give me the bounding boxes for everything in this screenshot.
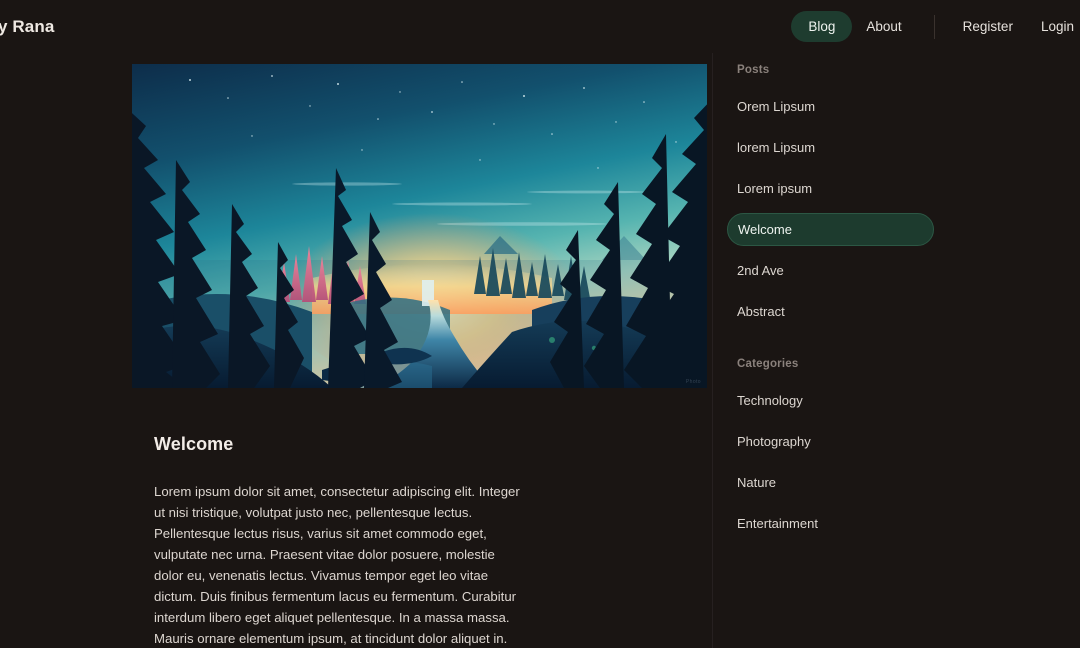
sidebar: Posts Orem Lipsum lorem Lipsum Lorem ips… [727,64,1057,548]
nav-item-register[interactable]: Register [949,13,1027,41]
brand-title: day Rana [0,16,55,36]
sidebar-post-welcome[interactable]: Welcome [727,213,934,246]
hero-image: Photo [132,64,707,388]
article: Welcome Lorem ipsum dolor sit amet, cons… [132,434,707,648]
sidebar-posts-heading: Posts [737,64,770,76]
sidebar-post-2nd-ave[interactable]: 2nd Ave [727,254,934,287]
hero-watermark: Photo [685,379,701,385]
sidebar-category-technology[interactable]: Technology [727,384,934,417]
sidebar-categories-heading: Categories [737,358,799,370]
sidebar-post-lorem-ipsum[interactable]: Lorem ipsum [727,172,934,205]
site-header: day Rana Blog About Register Login [0,0,1080,53]
main-navigation: Blog About Register Login [791,10,1080,43]
nav-item-blog[interactable]: Blog [791,10,853,43]
sidebar-posts-list: Orem Lipsum lorem Lipsum Lorem ipsum Wel… [727,90,1057,328]
sidebar-post-abstract[interactable]: Abstract [727,295,934,328]
nav-item-about[interactable]: About [852,13,915,41]
article-body: Lorem ipsum dolor sit amet, consectetur … [154,484,520,646]
sidebar-post-lorem-lipsum[interactable]: lorem Lipsum [727,131,934,164]
sidebar-categories-list: Technology Photography Nature Entertainm… [727,384,1057,540]
content-sidebar-divider [712,53,713,648]
hero-illustration [132,64,707,388]
article-column: Photo Welcome Lorem ipsum dolor sit amet… [132,64,707,648]
sidebar-post-orem-lipsum[interactable]: Orem Lipsum [727,90,934,123]
nav-divider [933,14,935,39]
sidebar-category-nature[interactable]: Nature [727,466,934,499]
nav-item-login[interactable]: Login [1027,13,1080,41]
article-title: Welcome [154,434,234,454]
sidebar-category-photography[interactable]: Photography [727,425,934,458]
sidebar-category-entertainment[interactable]: Entertainment [727,507,934,540]
